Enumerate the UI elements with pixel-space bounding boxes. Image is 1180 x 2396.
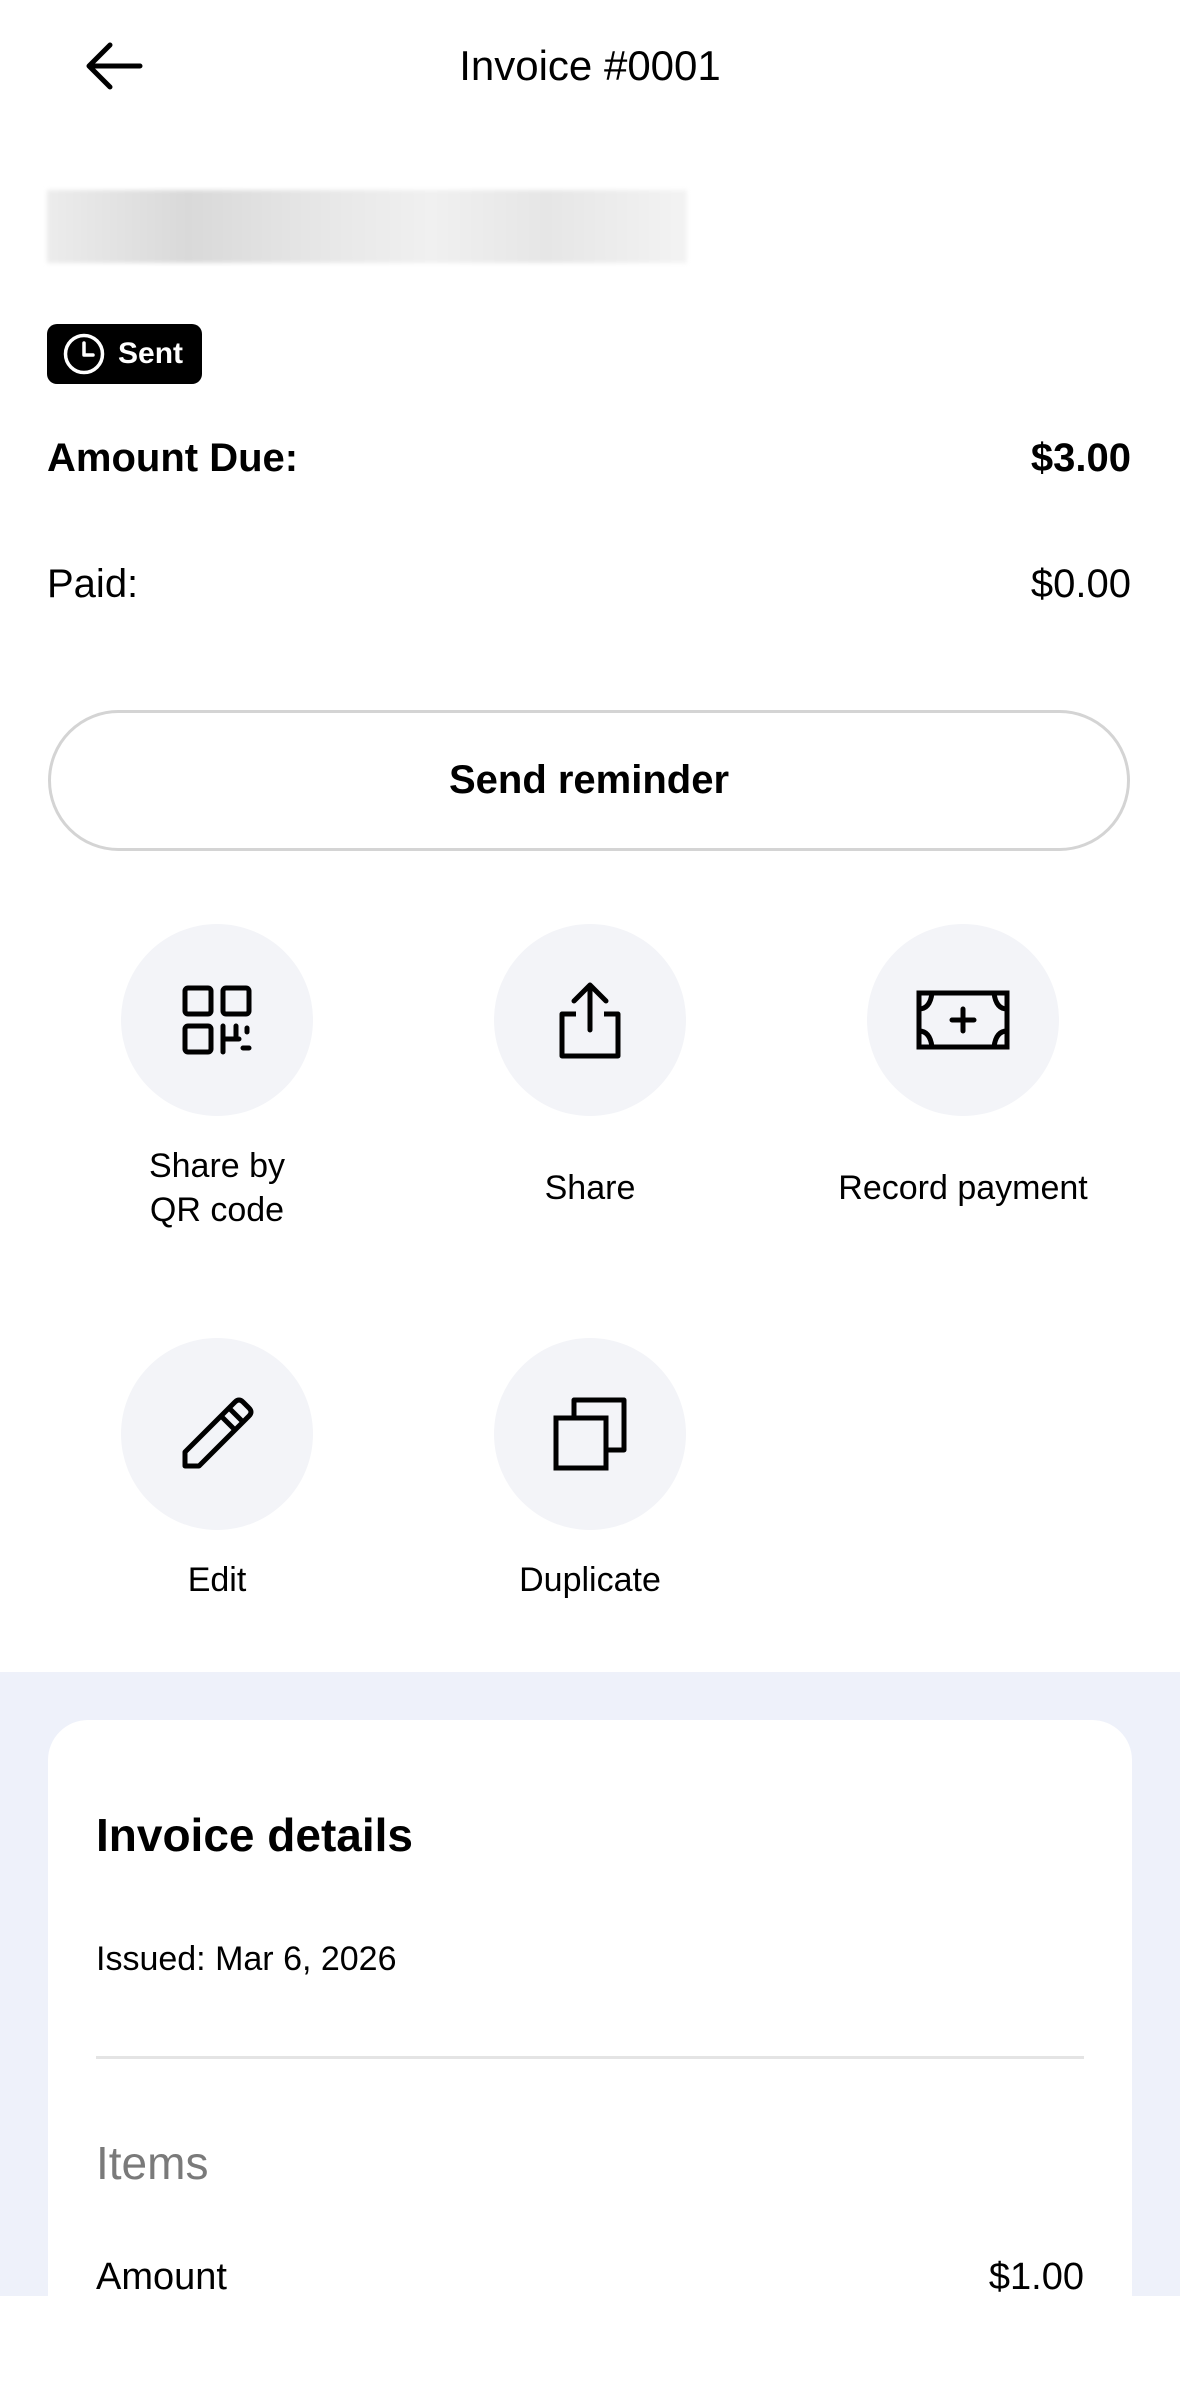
amount-due-value: $3.00 xyxy=(1030,436,1131,480)
share-label: Share xyxy=(544,1169,636,1207)
header: Invoice #0001 xyxy=(0,0,1180,130)
share-by-qr-action[interactable]: Share by QR code xyxy=(47,924,387,1232)
share-action[interactable]: Share xyxy=(420,924,760,1210)
blurred-customer-name xyxy=(47,190,687,263)
cash-plus-icon xyxy=(916,990,1010,1050)
record-payment-button[interactable] xyxy=(867,924,1059,1116)
record-payment-label: Record payment xyxy=(838,1169,1088,1207)
invoice-details-title: Invoice details xyxy=(96,1809,414,1861)
paid-value: $0.00 xyxy=(1030,562,1131,606)
list-item: Amount $1.00 xyxy=(96,2256,1084,2296)
status-badge: Sent xyxy=(47,324,202,384)
duplicate-button[interactable] xyxy=(494,1338,686,1530)
share-by-qr-label: Share by QR code xyxy=(148,1147,286,1229)
paid-label: Paid: xyxy=(47,562,139,606)
page-title: Invoice #0001 xyxy=(459,42,721,89)
edit-label: Edit xyxy=(187,1561,247,1599)
edit-button[interactable] xyxy=(121,1338,313,1530)
share-icon xyxy=(559,982,621,1059)
duplicate-icon xyxy=(553,1397,627,1471)
item-label: Amount xyxy=(96,2256,227,2296)
item-value: $1.00 xyxy=(988,2256,1084,2296)
edit-action[interactable]: Edit xyxy=(47,1338,387,1602)
send-reminder-button[interactable]: Send reminder xyxy=(48,710,1130,851)
invoice-page: Invoice #0001 Sent Amount Due: $3.00 Pai… xyxy=(0,0,1180,2396)
items-heading: Items xyxy=(96,2137,209,2189)
qr-code-icon xyxy=(182,985,252,1055)
clock-icon xyxy=(63,333,105,375)
bottom-bar-area xyxy=(0,2296,1180,2396)
paid-row: Paid: $0.00 xyxy=(47,558,1131,610)
duplicate-label: Duplicate xyxy=(519,1561,661,1599)
pencil-icon xyxy=(182,1397,254,1469)
share-by-qr-button[interactable] xyxy=(121,924,313,1116)
status-label: Sent xyxy=(118,337,184,370)
record-payment-action[interactable]: Record payment xyxy=(793,924,1133,1210)
amount-due-row: Amount Due: $3.00 xyxy=(47,432,1131,484)
invoice-details-card: Invoice details Issued: Mar 6, 2026 Item… xyxy=(48,1720,1132,2296)
duplicate-action[interactable]: Duplicate xyxy=(420,1338,760,1602)
divider xyxy=(96,2056,1084,2059)
issued-date: Issued: Mar 6, 2026 xyxy=(96,1940,397,1978)
amount-due-label: Amount Due: xyxy=(47,436,299,480)
share-button[interactable] xyxy=(494,924,686,1116)
